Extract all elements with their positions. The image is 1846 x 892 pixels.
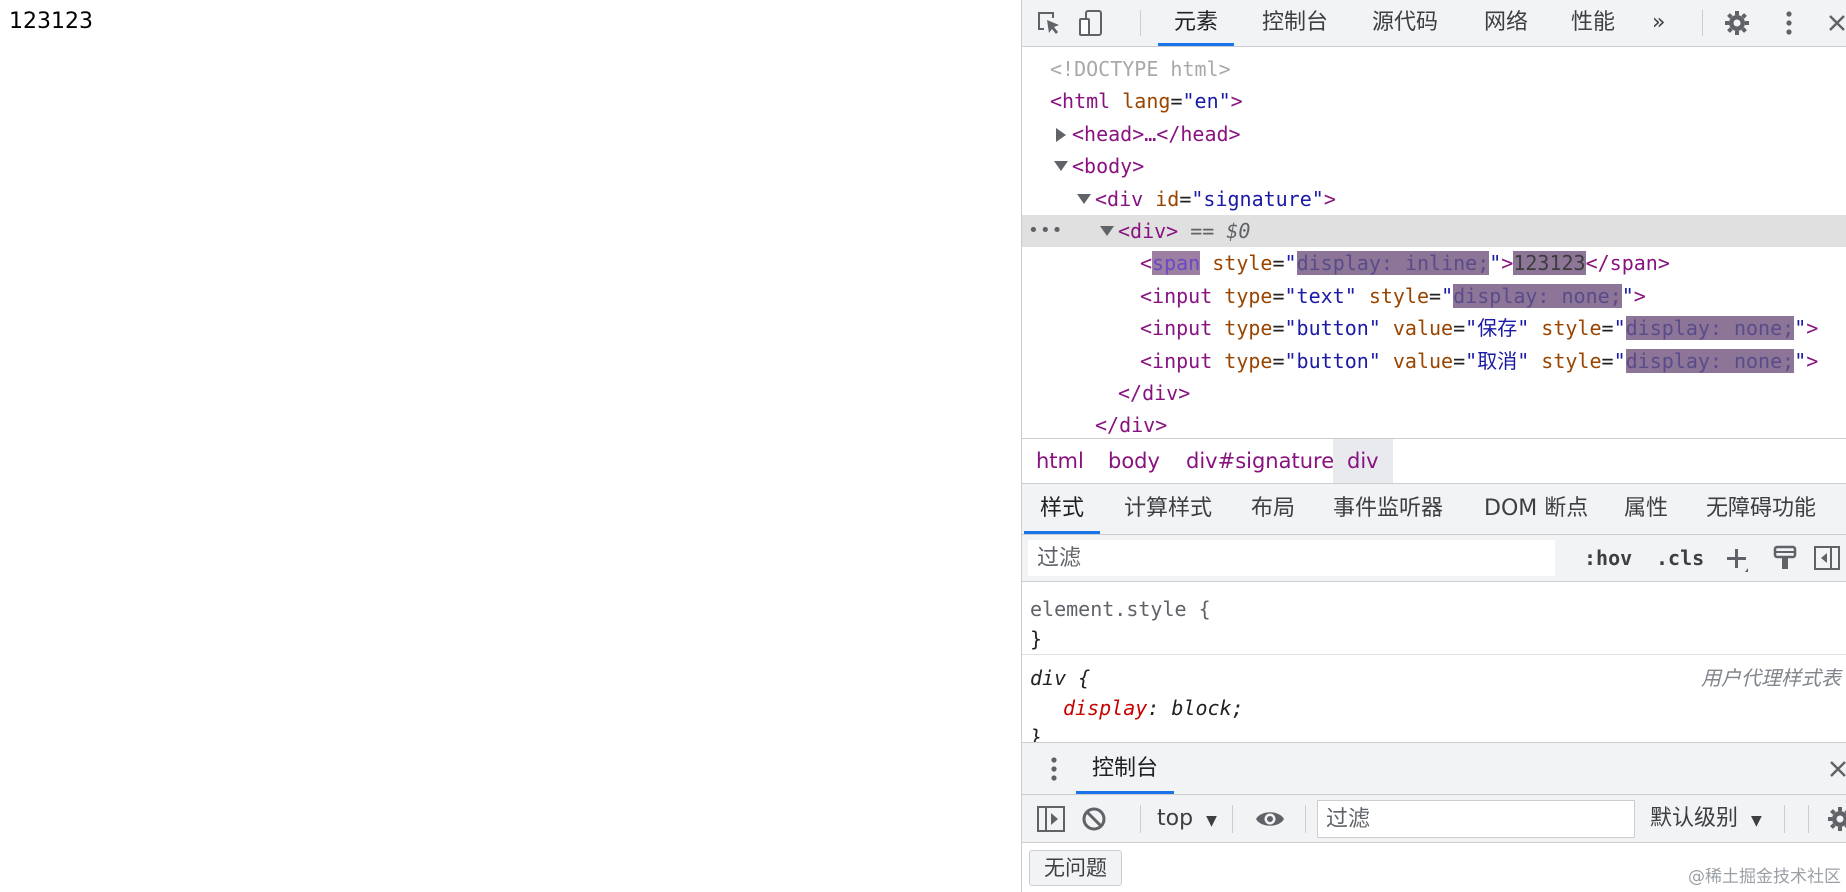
tab-console[interactable]: 控制台 bbox=[1262, 0, 1328, 46]
tab-performance[interactable]: 性能 bbox=[1571, 0, 1615, 46]
dom-span-node[interactable]: <span style="display: inline;">123123</s… bbox=[1022, 247, 1846, 279]
breadcrumb-html[interactable]: html bbox=[1034, 439, 1086, 483]
dom-input-save[interactable]: <input type="button" value="保存" style="d… bbox=[1022, 312, 1846, 344]
no-issues-button[interactable]: 无问题 bbox=[1029, 850, 1122, 886]
breadcrumb-div[interactable]: div bbox=[1333, 439, 1393, 483]
tab-accessibility[interactable]: 无障碍功能 bbox=[1706, 484, 1816, 534]
toggle-sidebar-icon[interactable] bbox=[1813, 545, 1841, 571]
live-expression-eye-icon[interactable] bbox=[1254, 806, 1286, 832]
expand-arrow-icon[interactable] bbox=[1056, 127, 1066, 142]
collapse-arrow-icon[interactable] bbox=[1100, 225, 1114, 236]
drawer-menu-icon[interactable] bbox=[1050, 756, 1058, 782]
close-drawer-icon[interactable] bbox=[1828, 759, 1846, 779]
drawer-tabs: 控制台 bbox=[1022, 742, 1846, 795]
devtools-toolbar: 元素 控制台 源代码 网络 性能 » bbox=[1022, 0, 1846, 47]
console-settings-gear-icon[interactable] bbox=[1826, 805, 1846, 833]
show-sidebar-icon[interactable] bbox=[1036, 805, 1066, 833]
tab-styles[interactable]: 样式 bbox=[1023, 484, 1101, 534]
tab-network[interactable]: 网络 bbox=[1484, 0, 1528, 46]
tab-computed[interactable]: 计算样式 bbox=[1124, 484, 1212, 534]
user-agent-stylesheet-label: 用户代理样式表 bbox=[1701, 666, 1841, 690]
styles-filter-input[interactable] bbox=[1028, 540, 1555, 576]
dom-html-node[interactable]: <html lang="en"> bbox=[1022, 85, 1846, 117]
dom-selected-div[interactable]: ••• <div> == $0 bbox=[1022, 215, 1846, 247]
dom-close-div[interactable]: </div> bbox=[1022, 377, 1846, 409]
div-rule-selector[interactable]: div { bbox=[1030, 663, 1090, 693]
close-devtools-icon[interactable] bbox=[1822, 8, 1846, 38]
breadcrumb-body[interactable]: body bbox=[1106, 439, 1162, 483]
paint-brush-icon[interactable] bbox=[1771, 544, 1799, 572]
more-dots-icon[interactable]: ••• bbox=[1028, 215, 1064, 247]
log-level-selector[interactable]: 默认级别 ▼ bbox=[1650, 795, 1762, 843]
dom-signature-div[interactable]: <div id="signature"> bbox=[1022, 183, 1846, 215]
dom-head-node[interactable]: <head>…</head> bbox=[1022, 118, 1846, 150]
styles-tabs: 样式 计算样式 布局 事件监听器 DOM 断点 属性 无障碍功能 bbox=[1022, 484, 1846, 535]
tab-properties[interactable]: 属性 bbox=[1624, 484, 1668, 534]
dropdown-arrow-icon: ▼ bbox=[1751, 813, 1762, 829]
display-property[interactable]: display: block; bbox=[1063, 693, 1244, 723]
styles-filter-bar: :hov .cls bbox=[1022, 535, 1846, 582]
tab-elements[interactable]: 元素 bbox=[1157, 0, 1235, 46]
breadcrumb: html body div#signature div bbox=[1022, 438, 1846, 484]
dom-input-text[interactable]: <input type="text" style="display: none;… bbox=[1022, 280, 1846, 312]
kebab-menu-icon[interactable] bbox=[1774, 8, 1804, 38]
console-toolbar: top ▼ 默认级别 ▼ bbox=[1022, 795, 1846, 843]
clear-console-icon[interactable] bbox=[1080, 805, 1108, 833]
more-tabs-icon[interactable]: » bbox=[1652, 0, 1665, 46]
dropdown-arrow-icon: ▼ bbox=[1206, 813, 1217, 829]
hov-button[interactable]: :hov bbox=[1584, 540, 1632, 576]
watermark: @稀土掘金技术社区 bbox=[1688, 867, 1841, 887]
styles-rules: element.style { } div { 用户代理样式表 display:… bbox=[1022, 582, 1846, 749]
console-filter-input[interactable] bbox=[1317, 800, 1635, 838]
rule-close-brace: } bbox=[1030, 627, 1043, 651]
device-toolbar-icon[interactable] bbox=[1076, 8, 1106, 38]
collapse-arrow-icon[interactable] bbox=[1077, 193, 1091, 204]
breadcrumb-signature[interactable]: div#signature bbox=[1184, 439, 1336, 483]
drawer-tab-console[interactable]: 控制台 bbox=[1075, 743, 1175, 794]
dom-body-node[interactable]: <body> bbox=[1022, 150, 1846, 182]
add-rule-icon[interactable] bbox=[1722, 544, 1752, 574]
dom-doctype[interactable]: <!DOCTYPE html> bbox=[1022, 53, 1846, 85]
context-selector[interactable]: top ▼ bbox=[1157, 795, 1217, 843]
tab-event-listeners[interactable]: 事件监听器 bbox=[1333, 484, 1443, 534]
settings-gear-icon[interactable] bbox=[1722, 8, 1752, 38]
tab-dom-breakpoints[interactable]: DOM 断点 bbox=[1484, 484, 1588, 534]
dom-tree: <!DOCTYPE html> <html lang="en"> <head>…… bbox=[1022, 47, 1846, 438]
tab-sources[interactable]: 源代码 bbox=[1372, 0, 1438, 46]
element-style-selector[interactable]: element.style { bbox=[1030, 594, 1211, 624]
tab-layout[interactable]: 布局 bbox=[1251, 484, 1295, 534]
page-text: 123123 bbox=[9, 9, 93, 34]
cls-button[interactable]: .cls bbox=[1656, 540, 1704, 576]
dom-close-div[interactable]: </div> bbox=[1022, 409, 1846, 438]
inspect-element-icon[interactable] bbox=[1034, 8, 1064, 38]
collapse-arrow-icon[interactable] bbox=[1054, 160, 1068, 171]
dom-input-cancel[interactable]: <input type="button" value="取消" style="d… bbox=[1022, 345, 1846, 377]
devtools-panel: 元素 控制台 源代码 网络 性能 » <!DOCTYPE html> <html… bbox=[1021, 0, 1846, 892]
